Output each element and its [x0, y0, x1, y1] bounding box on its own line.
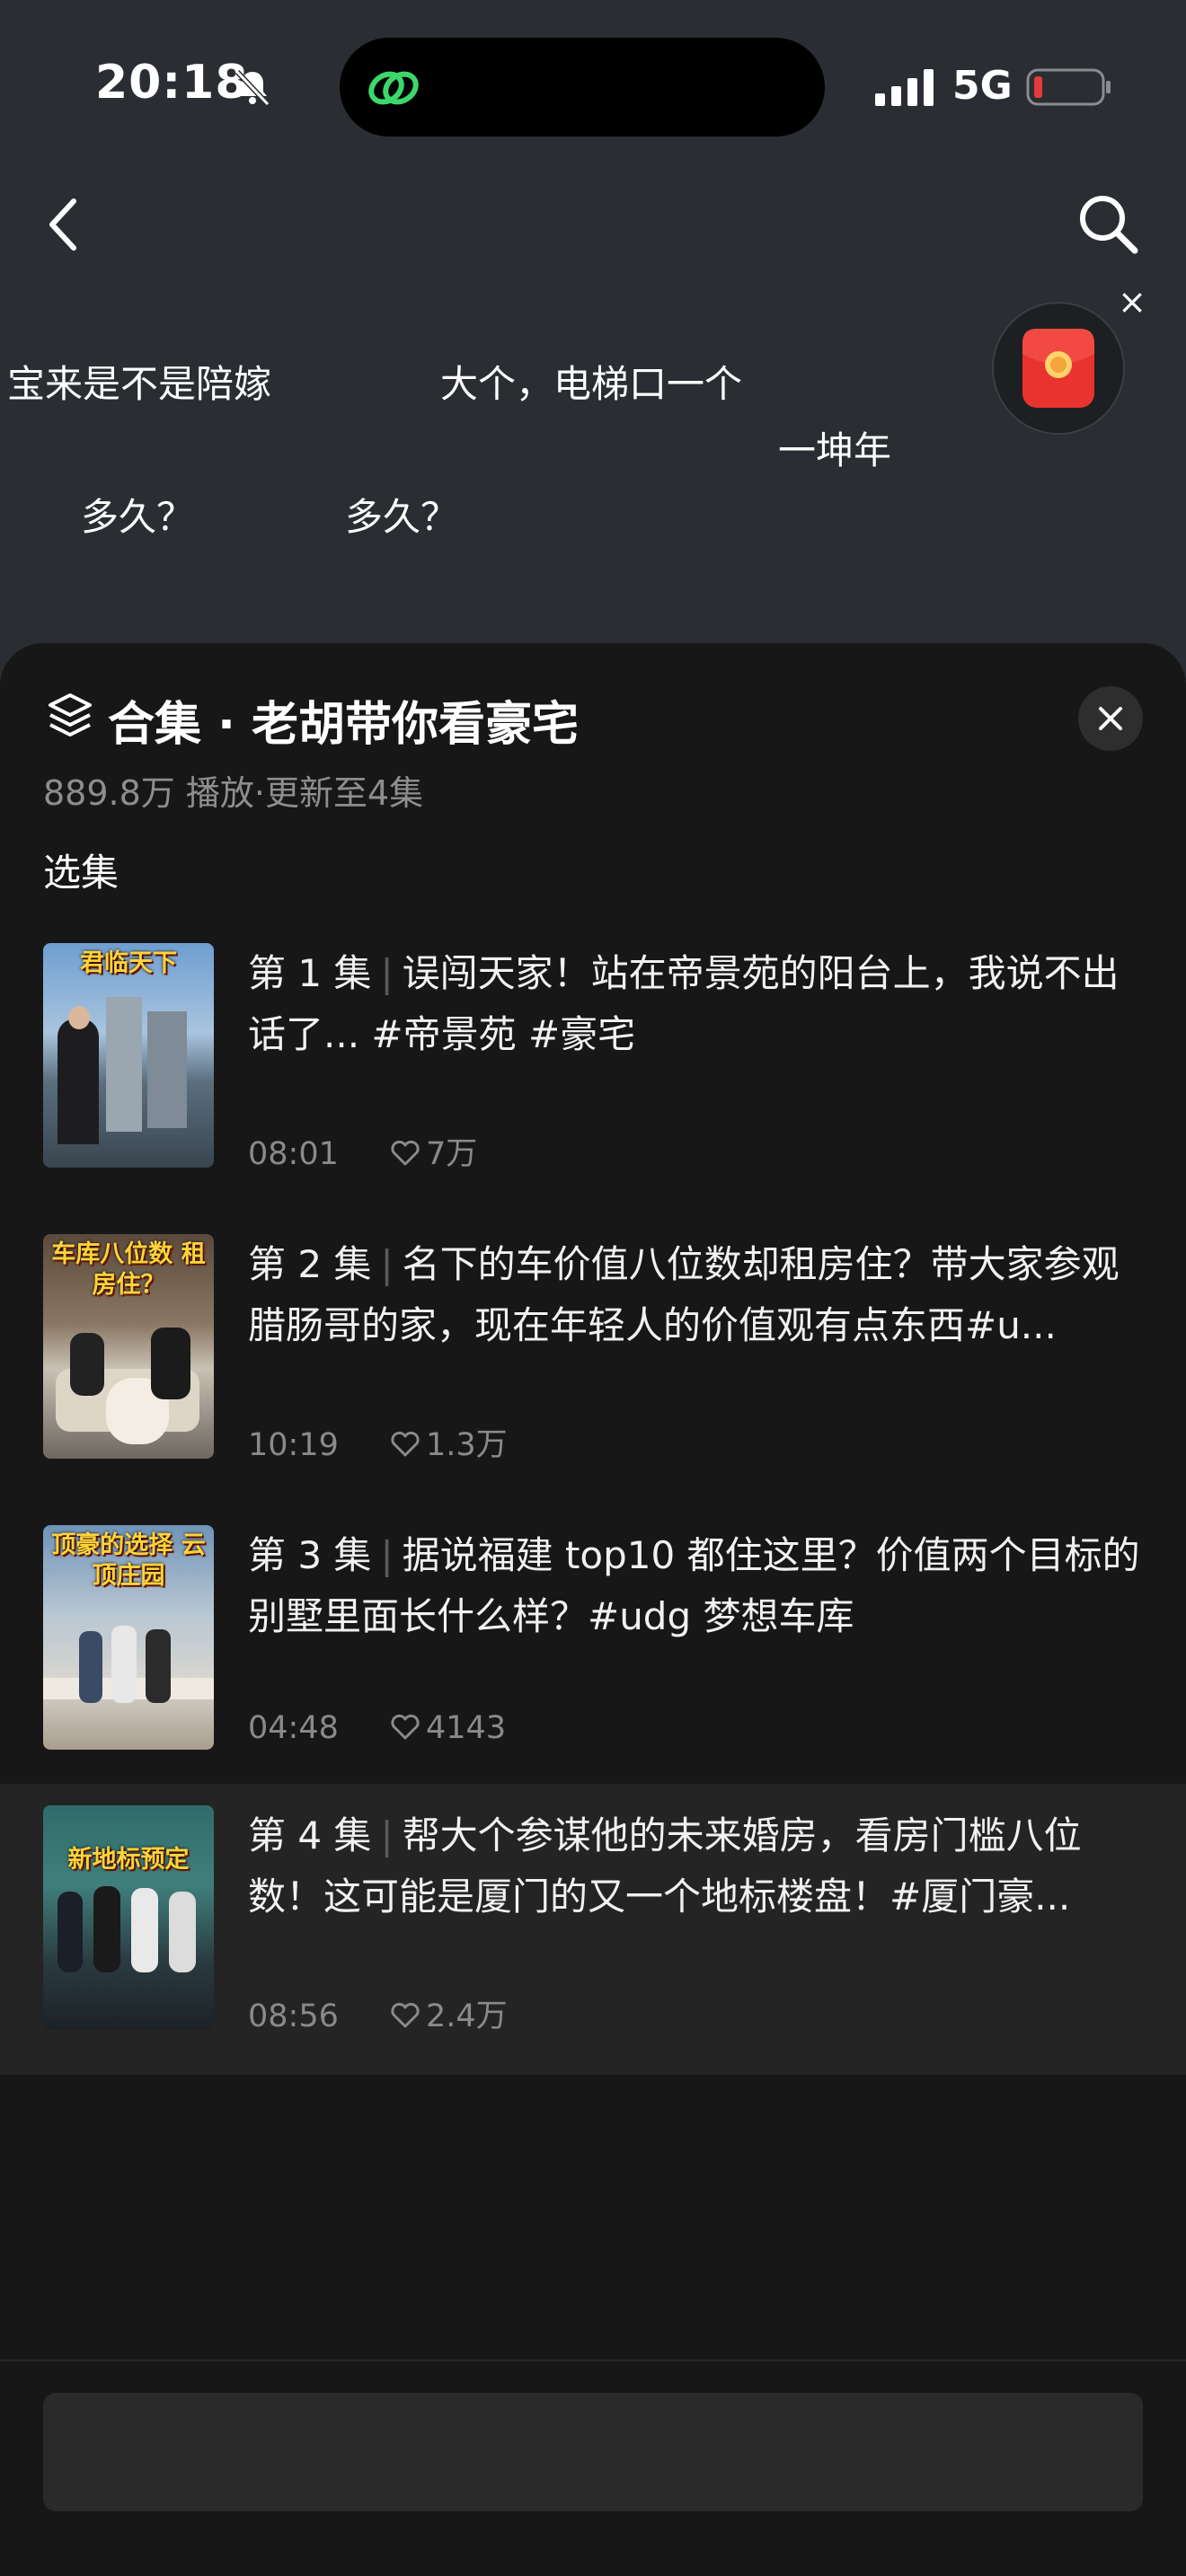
episode-thumbnail: 新地标预定 — [43, 1805, 214, 2030]
red-packet-icon — [1022, 329, 1094, 408]
section-label: 选集 — [43, 851, 119, 895]
episode-number: 第 3 集 — [248, 1533, 372, 1577]
network-type: 5G — [952, 63, 1013, 109]
episode-item[interactable]: 君临天下 第 1 集 | 误闯天家！站在帝景苑的阳台上，我说不出话了... #帝景苑… — [0, 925, 1186, 1213]
episode-duration: 10:19 — [248, 1427, 339, 1463]
search-icon[interactable] — [1075, 190, 1141, 257]
danmaku-comment: 大个，电梯口一个 — [440, 362, 743, 406]
episode-item[interactable]: 顶豪的选择 云顶庄园 第 3 集 | 据说福建 top10 都住这里？价值两个目标的… — [0, 1507, 1186, 1795]
layers-icon — [49, 693, 92, 737]
danmaku-comment: 多久？ — [81, 495, 195, 539]
heart-icon — [391, 2002, 420, 2028]
episode-thumbnail: 车库八位数 租房住？ — [43, 1234, 214, 1459]
battery-low-icon — [1026, 68, 1111, 106]
episode-likes: 1.3万 — [426, 1427, 508, 1463]
red-packet-close-button[interactable]: × — [1114, 284, 1150, 320]
danmaku-comment: 一坤年 — [778, 428, 892, 472]
collection-title: 合集 · 老胡带你看豪宅 — [108, 698, 579, 752]
thumbnail-caption: 新地标预定 — [67, 1846, 190, 1874]
heart-icon — [391, 1714, 420, 1740]
danmaku-comment: 多久？ — [345, 495, 459, 539]
danmaku-comment: 宝来是不是陪嫁 — [7, 362, 272, 406]
collection-stats: 889.8万 播放·更新至4集 — [43, 773, 424, 813]
episode-thumbnail: 顶豪的选择 云顶庄园 — [43, 1525, 214, 1750]
episode-likes: 7万 — [426, 1136, 478, 1172]
episode-number: 第 4 集 — [248, 1813, 372, 1857]
bell-muted-icon — [235, 69, 270, 107]
episode-likes: 2.4万 — [426, 1998, 508, 2034]
episode-duration: 08:01 — [248, 1136, 339, 1172]
episode-number: 第 1 集 — [248, 951, 372, 995]
heart-icon — [391, 1431, 420, 1457]
episode-item-active[interactable]: 新地标预定 第 4 集 | 帮大个参谋他的未来婚房，看房门槛八位数！这可能是厦门的又… — [0, 1784, 1186, 2075]
thumbnail-caption: 车库八位数 租房住？ — [51, 1240, 206, 1299]
episode-number: 第 2 集 — [248, 1242, 372, 1286]
comment-input[interactable] — [43, 2393, 1143, 2511]
divider — [0, 2360, 1186, 2361]
episode-title: 误闯天家！站在帝景苑的阳台上，我说不出话了... #帝景苑 #豪宅 — [248, 951, 1120, 1056]
red-packet-button[interactable] — [992, 302, 1125, 435]
status-time: 20:18 — [95, 56, 249, 110]
thumbnail-caption: 君临天下 — [80, 949, 177, 977]
heart-icon — [391, 1140, 420, 1166]
episode-likes: 4143 — [426, 1710, 507, 1746]
episode-title: 帮大个参谋他的未来婚房，看房门槛八位数！这可能是厦门的又一个地标楼盘！#厦门豪.… — [248, 1813, 1082, 1919]
back-icon[interactable] — [40, 192, 90, 257]
episode-duration: 08:56 — [248, 1998, 339, 2034]
episode-duration: 04:48 — [248, 1710, 339, 1746]
sheet-close-button[interactable] — [1078, 686, 1143, 751]
close-icon — [1099, 707, 1122, 730]
episode-thumbnail: 君临天下 — [43, 943, 214, 1168]
thumbnail-caption: 顶豪的选择 云顶庄园 — [51, 1531, 206, 1590]
signal-icon — [875, 69, 934, 106]
link-icon — [368, 71, 419, 105]
episode-item[interactable]: 车库八位数 租房住？ 第 2 集 | 名下的车价值八位数却租房住？带大家参观腊肠哥的… — [0, 1216, 1186, 1504]
episode-title: 名下的车价值八位数却租房住？带大家参观腊肠哥的家，现在年轻人的价值观有点东西#u… — [248, 1242, 1120, 1347]
